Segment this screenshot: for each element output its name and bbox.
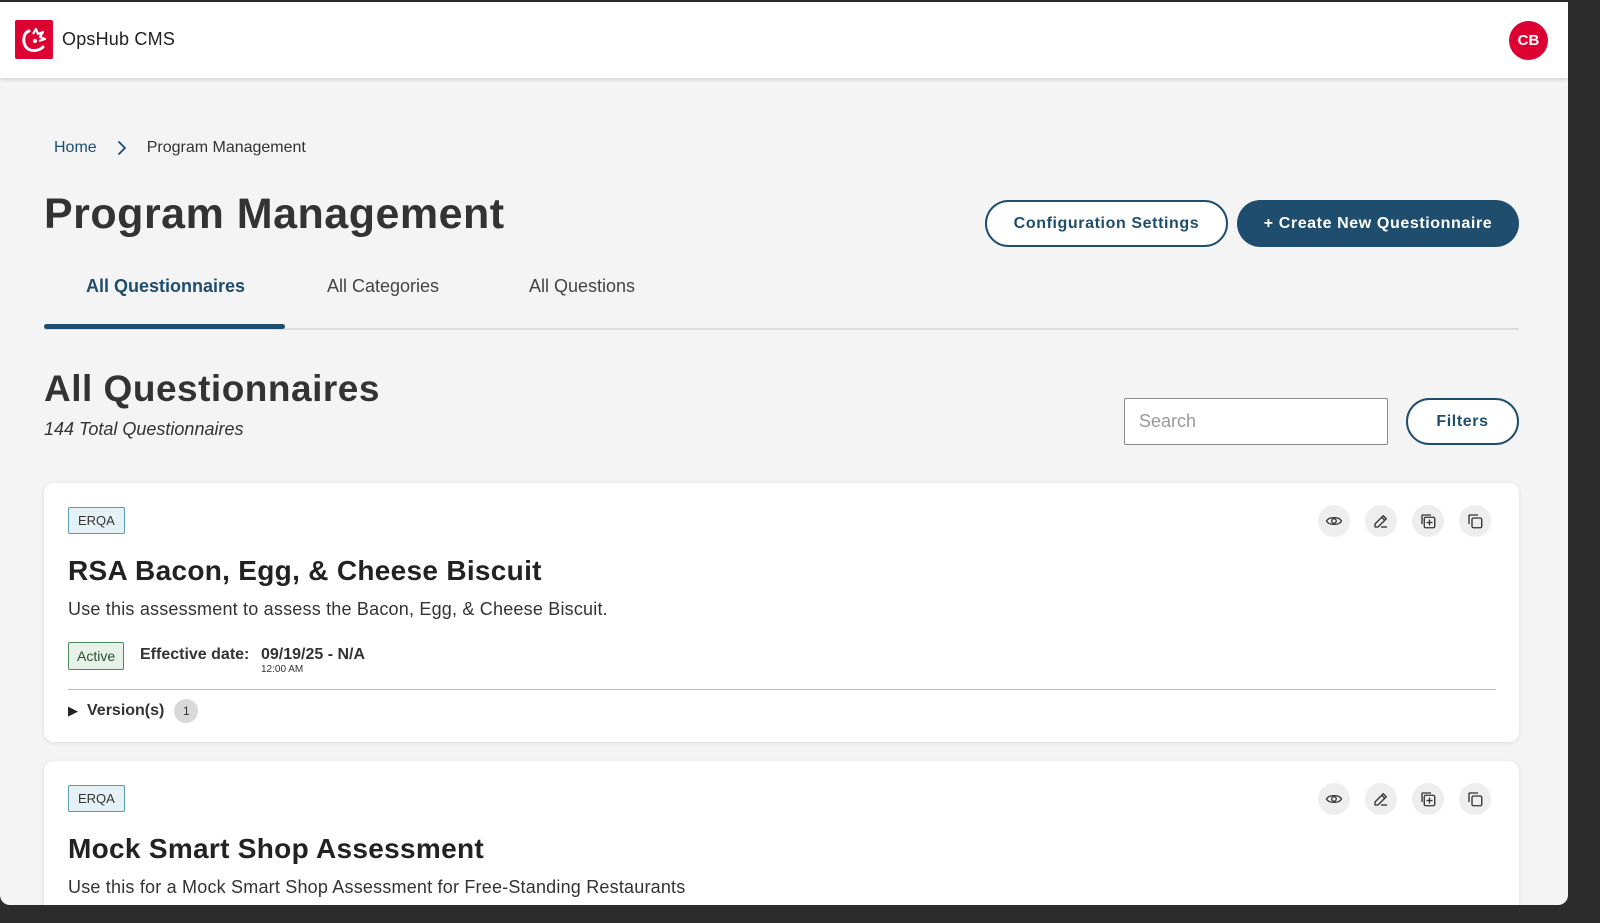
section-title: All Questionnaires <box>44 368 380 409</box>
page-title: Program Management <box>44 190 505 238</box>
user-avatar[interactable]: CB <box>1509 21 1548 60</box>
top-bar: OpsHub CMS CB <box>0 2 1568 78</box>
active-tab-indicator <box>44 324 285 329</box>
card-divider <box>68 689 1496 690</box>
tab-all-questionnaires[interactable]: All Questionnaires <box>86 276 245 297</box>
versions-toggle[interactable]: ▶ Version(s) 1 <box>68 698 199 724</box>
app-title: OpsHub CMS <box>62 29 176 49</box>
breadcrumb-home-link[interactable]: Home <box>54 139 97 157</box>
effective-date-label: Effective date: <box>140 646 250 663</box>
duplicate-add-icon[interactable] <box>1412 505 1444 537</box>
questionnaire-card: ERQA RSA Bacon, Egg, & Cheese Biscuit Us… <box>44 483 1519 742</box>
questionnaire-count: 144 Total Questionnaires <box>44 419 244 439</box>
questionnaire-title[interactable]: Mock Smart Shop Assessment <box>68 833 484 865</box>
configuration-settings-button[interactable]: Configuration Settings <box>985 200 1228 247</box>
eye-icon[interactable] <box>1318 505 1350 537</box>
edit-icon[interactable] <box>1365 783 1397 815</box>
search-input[interactable] <box>1124 398 1388 445</box>
questionnaire-description: Use this for a Mock Smart Shop Assessmen… <box>68 877 686 897</box>
filters-button[interactable]: Filters <box>1406 398 1519 445</box>
card-actions <box>1318 505 1491 537</box>
questionnaire-title[interactable]: RSA Bacon, Egg, & Cheese Biscuit <box>68 555 542 587</box>
chevron-right-icon <box>117 140 127 156</box>
program-tag: ERQA <box>68 507 125 534</box>
brand-logo-icon[interactable] <box>15 20 53 59</box>
create-new-questionnaire-button[interactable]: + Create New Questionnaire <box>1237 200 1519 247</box>
versions-label: Version(s) <box>87 702 165 719</box>
tab-all-questions[interactable]: All Questions <box>529 276 635 297</box>
questionnaire-card: ERQA Mock Smart Shop Assessment Use this… <box>44 761 1519 905</box>
duplicate-add-icon[interactable] <box>1412 783 1444 815</box>
questionnaire-description: Use this assessment to assess the Bacon,… <box>68 599 608 619</box>
eye-icon[interactable] <box>1318 783 1350 815</box>
status-badge: Active <box>68 642 125 670</box>
breadcrumb-current: Program Management <box>146 139 306 156</box>
breadcrumb: Home Program Management <box>54 139 306 157</box>
effective-time-value: 12:00 AM <box>261 664 304 675</box>
tab-bar: All Questionnaires All Categories All Qu… <box>44 266 1519 330</box>
card-actions <box>1318 783 1491 815</box>
app-window: OpsHub CMS CB Home Program Management Pr… <box>0 2 1568 905</box>
copy-icon[interactable] <box>1459 783 1491 815</box>
versions-count-badge: 1 <box>174 699 199 723</box>
program-tag: ERQA <box>68 785 125 812</box>
effective-date-value: 09/19/25 - N/A <box>261 646 366 663</box>
edit-icon[interactable] <box>1365 505 1397 537</box>
triangle-right-icon: ▶ <box>68 703 78 718</box>
tab-all-categories[interactable]: All Categories <box>327 276 439 297</box>
copy-icon[interactable] <box>1459 505 1491 537</box>
